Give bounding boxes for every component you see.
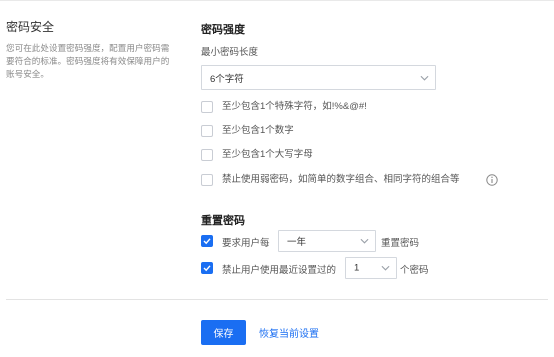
checkbox[interactable] — [201, 174, 213, 186]
checkbox[interactable] — [201, 149, 213, 161]
checkbox-checked[interactable] — [201, 235, 213, 247]
rule-label: 至少包含1个数字 — [222, 125, 294, 136]
chevron-down-icon — [381, 265, 390, 271]
rule-label: 至少包含1个大写字母 — [222, 149, 313, 160]
history-count-select[interactable]: 1 — [345, 257, 397, 279]
section-description: 您可在此处设置密码强度，配置用户密码需要符合的标准。密码强度将有效保障用户的账号… — [6, 43, 170, 79]
check-icon — [203, 265, 211, 272]
history-prefix: 禁止用户使用最近设置过的 — [222, 265, 337, 276]
chevron-down-icon — [360, 238, 369, 244]
chevron-down-icon — [420, 75, 429, 81]
save-button[interactable]: 保存 — [201, 320, 246, 345]
checkbox[interactable] — [201, 125, 213, 137]
rule-label: 至少包含1个特殊字符，如!%&@#! — [222, 101, 367, 112]
min-length-label: 最小密码长度 — [201, 47, 259, 58]
rule-label: 禁止使用弱密码，如简单的数字组合、相同字符的组合等 — [222, 174, 460, 185]
reset-password-title: 重置密码 — [201, 215, 245, 227]
footer-divider — [6, 299, 548, 300]
history-count-value: 1 — [354, 262, 360, 274]
top-divider — [0, 0, 554, 1]
section-title: 密码安全 — [6, 20, 55, 34]
checkbox-checked[interactable] — [201, 262, 213, 274]
reset-period-suffix: 重置密码 — [381, 238, 420, 249]
reset-period-select[interactable]: 一年 — [278, 230, 376, 252]
reset-period-value: 一年 — [287, 237, 307, 248]
restore-settings-link[interactable]: 恢复当前设置 — [259, 325, 319, 340]
min-length-select[interactable]: 6个字符 — [201, 65, 436, 90]
min-length-value: 6个字符 — [210, 73, 244, 85]
history-suffix: 个密码 — [400, 265, 429, 276]
reset-period-checkbox-row[interactable] — [201, 235, 215, 249]
check-icon — [203, 238, 211, 245]
password-strength-title: 密码强度 — [201, 24, 245, 36]
history-checkbox-row[interactable] — [201, 262, 215, 276]
checkbox[interactable] — [201, 101, 213, 113]
reset-period-prefix: 要求用户每 — [222, 238, 270, 249]
info-icon[interactable] — [486, 174, 498, 186]
